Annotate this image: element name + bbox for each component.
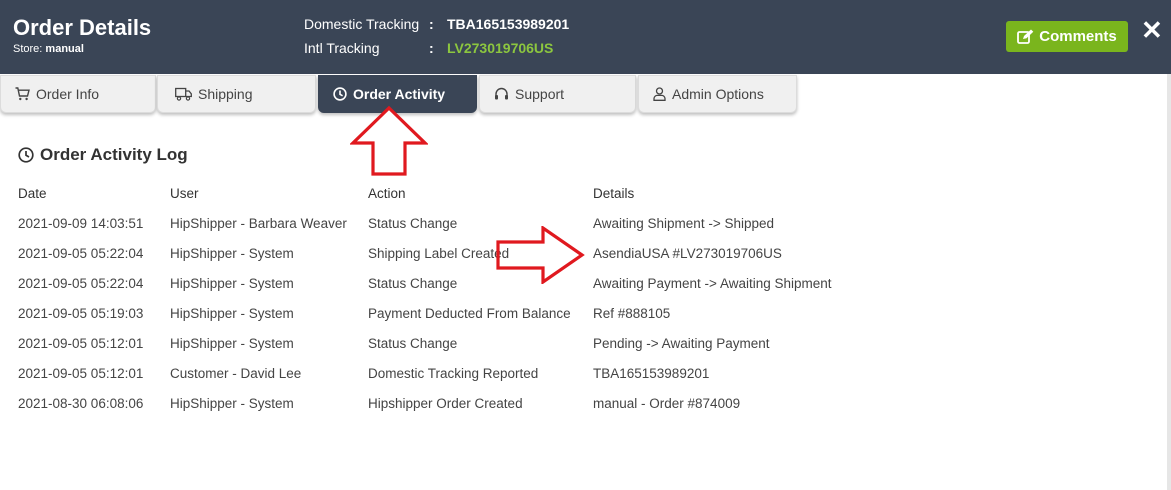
truck-icon <box>175 87 192 101</box>
edit-icon <box>1017 29 1034 44</box>
clock-icon <box>18 147 34 163</box>
cell-action: Shipping Label Created <box>368 246 510 261</box>
cart-icon <box>15 87 30 101</box>
cell-details: Pending -> Awaiting Payment <box>593 336 770 351</box>
cell-details: Awaiting Shipment -> Shipped <box>593 216 774 231</box>
tab-admin-options[interactable]: Admin Options <box>638 75 797 113</box>
cell-details: AsendiaUSA #LV273019706US <box>593 246 782 261</box>
cell-user: HipShipper - System <box>170 276 294 291</box>
cell-action: Status Change <box>368 276 458 291</box>
cell-action: Payment Deducted From Balance <box>368 306 571 321</box>
store-value: manual <box>45 43 84 55</box>
cell-user: HipShipper - System <box>170 336 294 351</box>
cell-details: Ref #888105 <box>593 306 671 321</box>
cell-user: HipShipper - Barbara Weaver <box>170 216 347 231</box>
cell-user: Customer - David Lee <box>170 366 302 381</box>
page-title: Order Details <box>13 15 152 40</box>
cell-user: HipShipper - System <box>170 246 294 261</box>
cell-details: TBA165153989201 <box>593 366 710 381</box>
cell-details: manual - Order #874009 <box>593 396 741 411</box>
intl-tracking-label: Intl Tracking <box>304 40 380 56</box>
activity-log-title-text: Order Activity Log <box>40 145 188 164</box>
domestic-tracking-colon: : <box>429 16 434 32</box>
headset-icon <box>495 87 508 100</box>
close-button[interactable]: ✕ <box>1141 17 1163 43</box>
tab-label: Admin Options <box>672 86 764 102</box>
column-header-user: User <box>170 186 199 201</box>
annotation-arrow-up-icon <box>350 105 428 176</box>
tab-support[interactable]: Support <box>479 75 636 113</box>
tab-shipping[interactable]: Shipping <box>157 75 316 113</box>
user-icon <box>653 87 666 101</box>
tab-order-info[interactable]: Order Info <box>0 75 156 113</box>
tab-label: Order Info <box>36 86 100 102</box>
cell-user: HipShipper - System <box>170 306 294 321</box>
cell-action: Status Change <box>368 336 458 351</box>
scrollbar[interactable] <box>1167 74 1171 490</box>
store-label: Store: <box>13 43 43 55</box>
column-header-details: Details <box>593 186 635 201</box>
column-header-action: Action <box>368 186 406 201</box>
cell-action: Hipshipper Order Created <box>368 396 523 411</box>
cell-date: 2021-09-09 14:03:51 <box>18 216 144 231</box>
cell-details: Awaiting Payment -> Awaiting Shipment <box>593 276 832 291</box>
tab-label: Support <box>515 86 565 102</box>
header-bar: Order Details Store: manual Domestic Tra… <box>0 0 1171 74</box>
comments-label: Comments <box>1039 28 1117 45</box>
cell-date: 2021-09-05 05:12:01 <box>18 366 144 381</box>
cell-date: 2021-09-05 05:12:01 <box>18 336 144 351</box>
cell-date: 2021-09-05 05:22:04 <box>18 246 144 261</box>
cell-date: 2021-09-05 05:22:04 <box>18 276 144 291</box>
column-header-date: Date <box>18 186 47 201</box>
cell-action: Domestic Tracking Reported <box>368 366 539 381</box>
intl-tracking-value[interactable]: LV273019706US <box>447 40 553 56</box>
activity-log-title: Order Activity Log <box>18 145 188 165</box>
cell-user: HipShipper - System <box>170 396 294 411</box>
store-line: Store: manual <box>13 43 84 55</box>
cell-date: 2021-09-05 05:19:03 <box>18 306 144 321</box>
cell-date: 2021-08-30 06:08:06 <box>18 396 144 411</box>
intl-tracking-colon: : <box>429 40 434 56</box>
tab-label: Shipping <box>198 86 253 102</box>
domestic-tracking-value: TBA165153989201 <box>447 16 570 32</box>
annotation-arrow-right-icon <box>496 226 585 284</box>
comments-button[interactable]: Comments <box>1006 21 1128 52</box>
domestic-tracking-label: Domestic Tracking <box>304 16 420 32</box>
cell-action: Status Change <box>368 216 458 231</box>
tab-label: Order Activity <box>353 86 446 102</box>
clock-icon <box>333 87 347 101</box>
